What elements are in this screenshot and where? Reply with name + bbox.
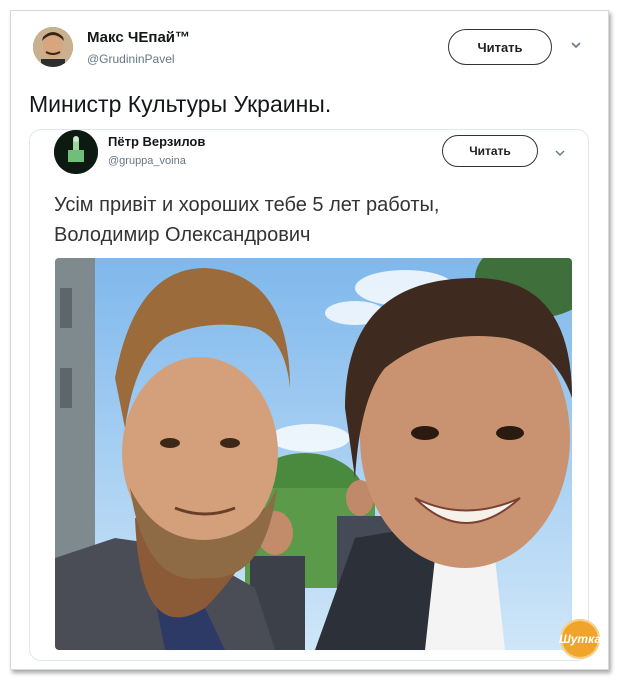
avatar[interactable] [33,27,73,67]
author-name[interactable]: Макс ЧЕпай™ [87,29,190,46]
quoted-text-line-1: Усім привіт и хороших тебе 5 лет работы, [54,194,440,216]
follow-button[interactable]: Читать [448,29,552,65]
tweet-card: Макс ЧЕпай™ @GrudininPavel Читать Минист… [10,10,609,670]
quoted-author-handle[interactable]: @gruppa_voina [108,155,186,167]
quoted-tweet[interactable]: Пётр Верзилов @gruppa_voina Читать Усім … [29,129,589,661]
chevron-down-icon[interactable] [554,146,566,158]
quoted-avatar[interactable] [54,130,98,174]
author-handle[interactable]: @GrudininPavel [87,52,175,66]
tweet-text: Министр Культуры Украины. [29,91,332,117]
quoted-follow-button[interactable]: Читать [442,135,538,167]
quoted-tweet-text: Усім привіт и хороших тебе 5 лет работы,… [54,190,439,250]
watermark-logo: Шутка [559,619,601,659]
chevron-down-icon[interactable] [569,38,583,52]
quoted-author-name[interactable]: Пётр Верзилов [108,134,205,149]
quoted-text-line-2: Володимир Олександрович [54,224,311,246]
tweet-photo[interactable] [55,258,572,650]
